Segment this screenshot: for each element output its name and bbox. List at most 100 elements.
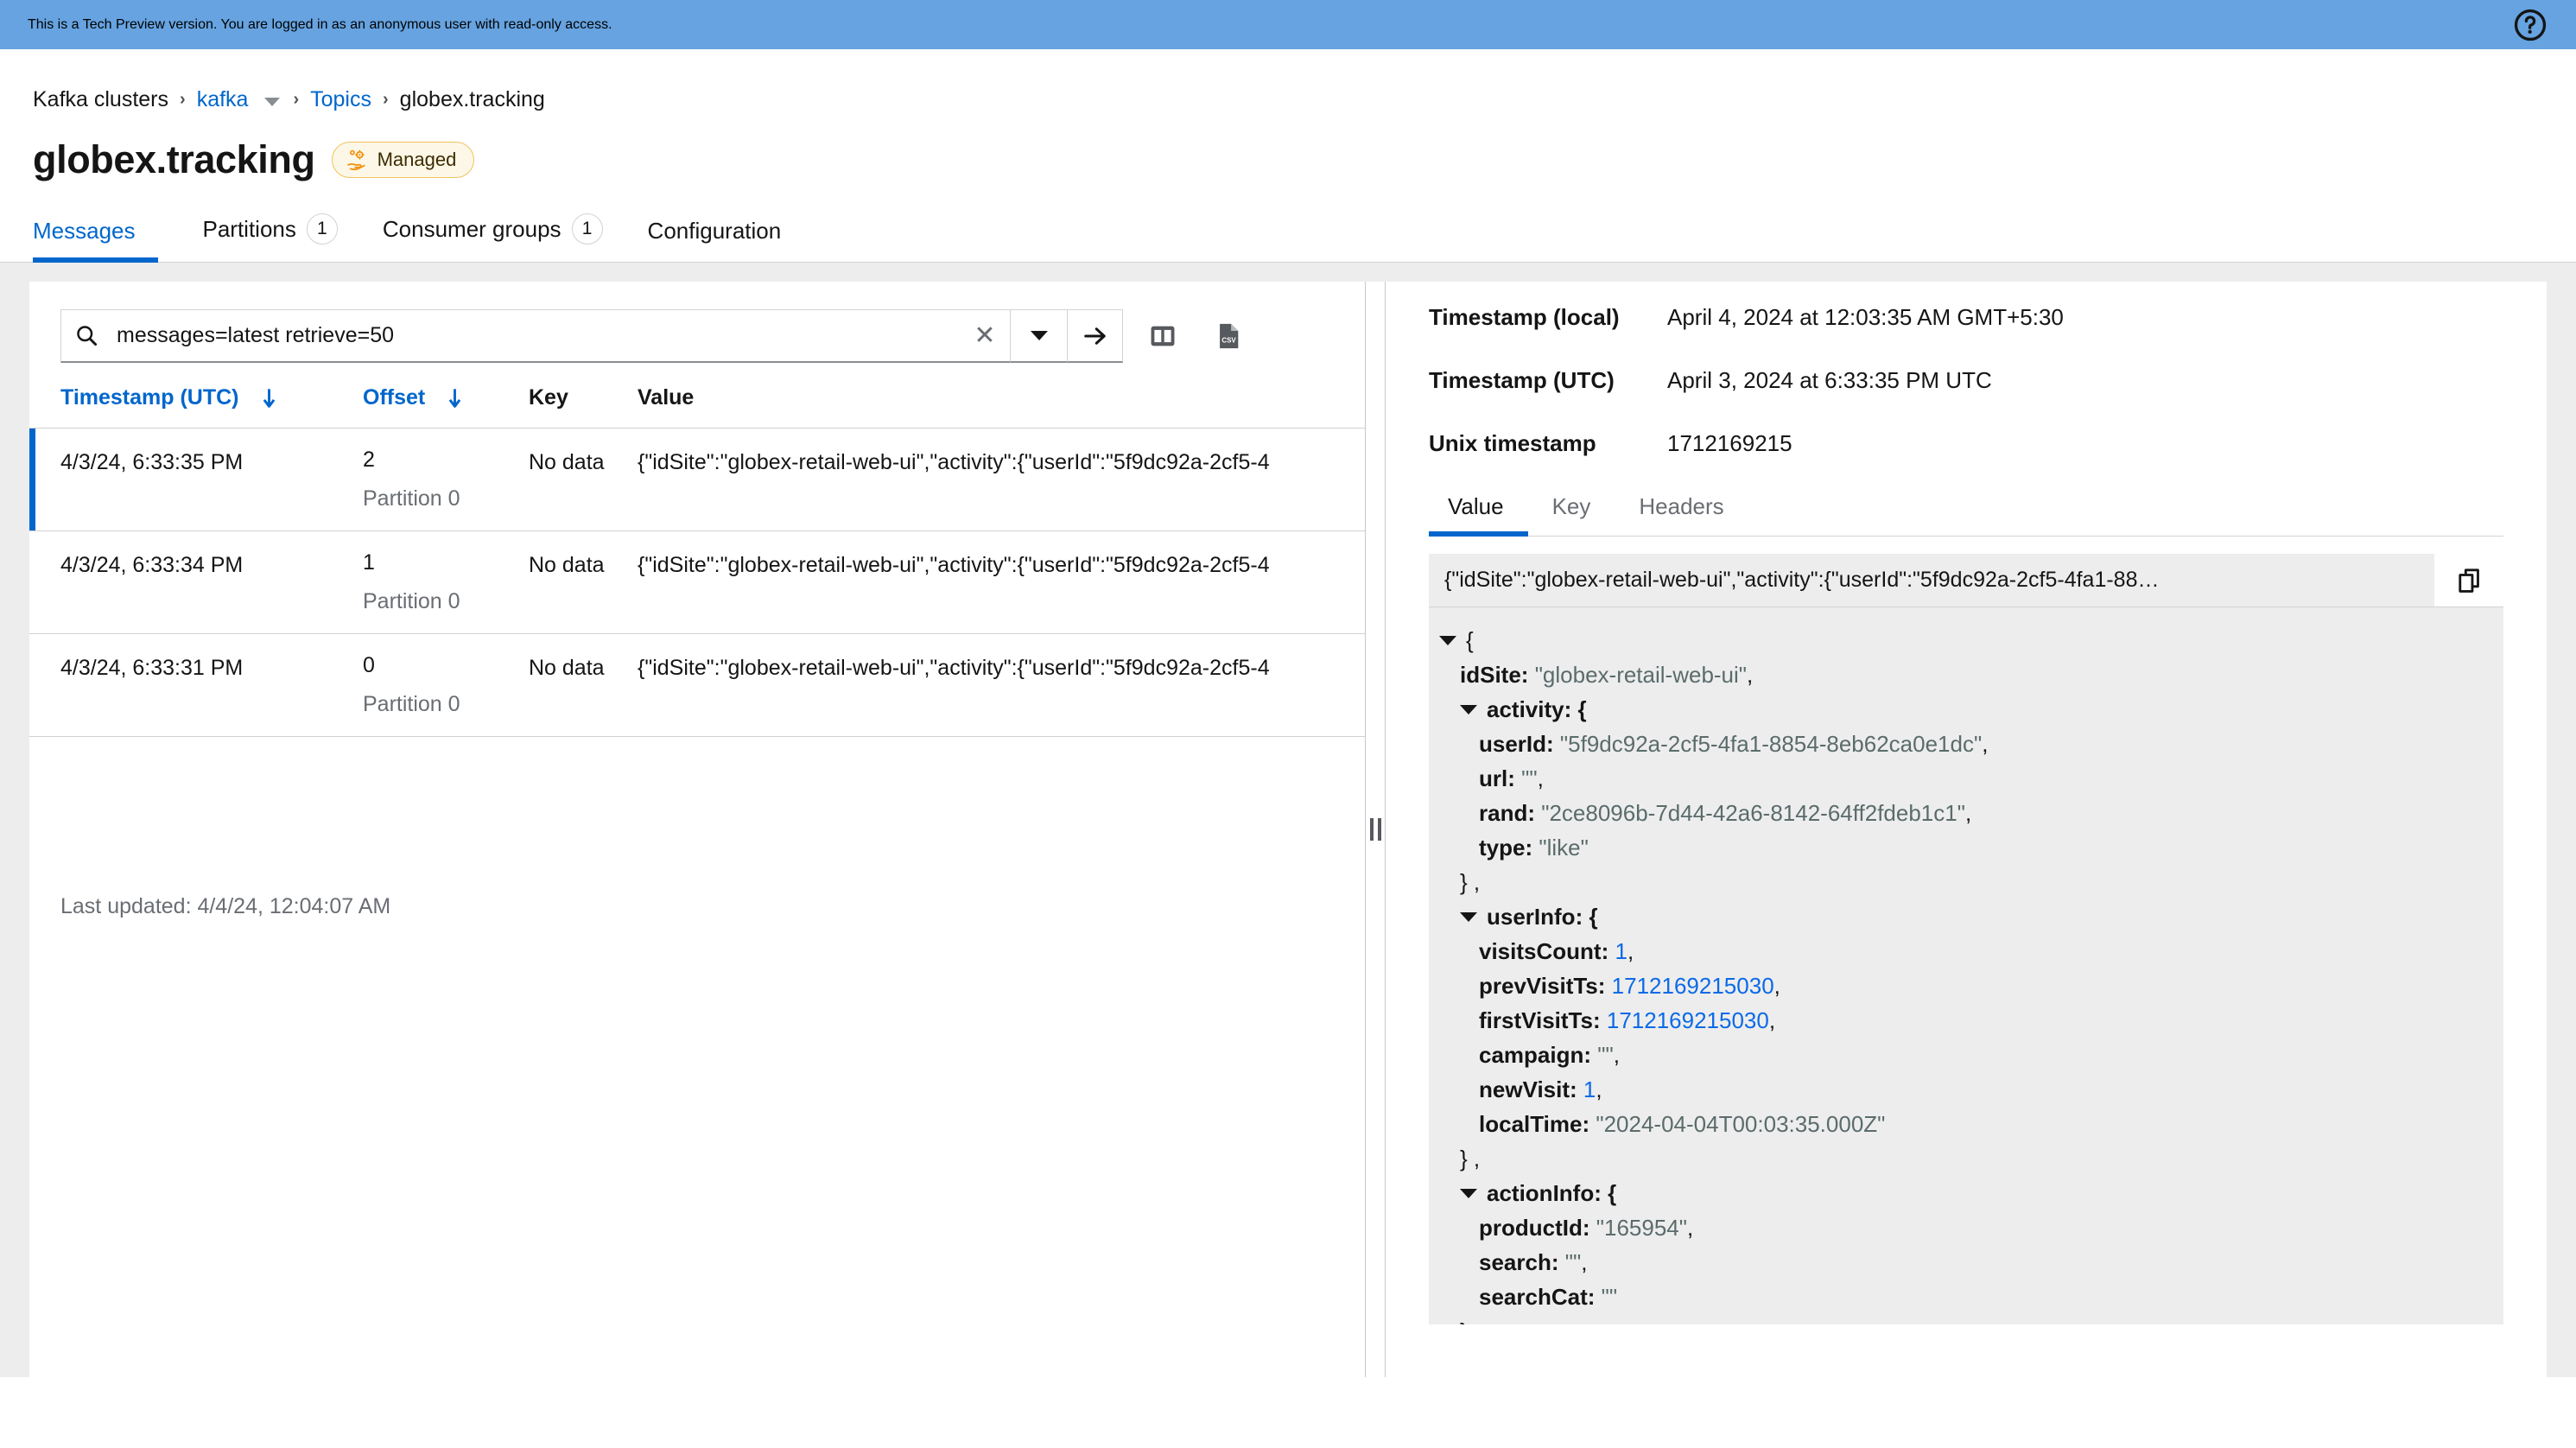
tab-value[interactable]: Value [1429, 493, 1528, 537]
json-comma: , [1982, 731, 1989, 757]
cell-key: No data [529, 656, 605, 680]
tech-preview-banner: This is a Tech Preview version. You are … [0, 0, 2576, 49]
json-key: prevVisitTs: [1479, 973, 1606, 999]
caret-down-icon[interactable] [1460, 1189, 1477, 1198]
json-close-userInfo: } , [1429, 1141, 2503, 1176]
column-header-offset-label: Offset [363, 385, 426, 410]
messages-table-header: Timestamp (UTC) Offset Key Value [29, 385, 1365, 429]
help-circle-icon[interactable] [2514, 9, 2547, 41]
json-close-activity: } , [1429, 865, 2503, 899]
page-title: globex.tracking [33, 137, 315, 181]
tab-configuration[interactable]: Configuration [625, 218, 804, 262]
json-comma: , [1768, 1007, 1776, 1033]
json-value: "2024-04-04T00:03:35.000Z" [1596, 1111, 1886, 1137]
messages-table: Timestamp (UTC) Offset Key Value 4/3/24,… [29, 385, 1365, 737]
breadcrumb-item-kafka[interactable]: kafka [197, 87, 249, 112]
chevron-down-icon [1030, 331, 1048, 340]
page-title-row: globex.tracking Managed [0, 112, 2576, 182]
json-line-url: url: "", [1429, 761, 2503, 796]
column-header-value: Value [638, 385, 695, 410]
json-value: "" [1521, 765, 1538, 791]
json-brace: } , [1460, 1146, 1481, 1172]
json-line-searchCat: searchCat: "" [1429, 1280, 2503, 1314]
search-submit-button[interactable] [1068, 309, 1123, 363]
table-row[interactable]: 4/3/24, 6:33:34 PM 1 Partition 0 No data… [29, 531, 1365, 634]
json-line-firstVisitTs: firstVisitTs: 1712169215030, [1429, 1003, 2503, 1038]
export-csv-button[interactable]: CSV [1202, 309, 1254, 363]
column-header-offset[interactable]: Offset [363, 385, 529, 410]
json-key: productId: [1479, 1215, 1590, 1241]
json-comma: , [1964, 800, 1972, 826]
cell-timestamp: 4/3/24, 6:33:31 PM [60, 656, 244, 680]
json-line-userId: userId: "5f9dc92a-2cf5-4fa1-8854-8eb62ca… [1429, 727, 2503, 761]
messages-list-pane: ✕ C [29, 282, 1365, 1377]
breadcrumb-item-kafka-clusters[interactable]: Kafka clusters [33, 87, 168, 112]
svg-text:CSV: CSV [1221, 337, 1236, 345]
json-value: 1712169215030 [1606, 1007, 1769, 1033]
meta-row-timestamp-local: Timestamp (local) April 4, 2024 at 12:03… [1429, 304, 2547, 331]
json-key: search: [1479, 1249, 1559, 1275]
json-line-idSite: idSite: "globex-retail-web-ui", [1429, 657, 2503, 692]
json-key: rand: [1479, 800, 1535, 826]
json-key: newVisit: [1479, 1076, 1577, 1102]
cell-value: {"idSite":"globex-retail-web-ui","activi… [638, 656, 1270, 680]
search-options-dropdown[interactable] [1011, 309, 1068, 363]
status-badge-label: Managed [377, 149, 457, 170]
status-badge: Managed [331, 142, 475, 178]
json-comma: , [1747, 662, 1754, 688]
json-line-type: type: "like" [1429, 830, 2503, 865]
meta-label: Timestamp (local) [1429, 304, 1620, 330]
json-key: activity: { [1487, 696, 1587, 722]
json-line-visitsCount: visitsCount: 1, [1429, 934, 2503, 969]
json-line-rand: rand: "2ce8096b-7d44-42a6-8142-64ff2fdeb… [1429, 796, 2503, 830]
tab-partitions[interactable]: Partitions 1 [181, 213, 360, 262]
caret-down-icon[interactable] [1439, 636, 1456, 645]
json-line-productId: productId: "165954", [1429, 1210, 2503, 1245]
json-line-campaign: campaign: "", [1429, 1038, 2503, 1072]
json-value: "5f9dc92a-2cf5-4fa1-8854-8eb62ca0e1dc" [1559, 731, 1983, 757]
json-value: "2ce8096b-7d44-42a6-8142-64ff2fdeb1c1" [1541, 800, 1965, 826]
json-line-activity: activity: { [1429, 692, 2503, 727]
caret-down-icon[interactable] [1460, 912, 1477, 922]
cell-key: No data [529, 450, 605, 474]
tab-headers[interactable]: Headers [1615, 493, 1748, 536]
json-line-newVisit: newVisit: 1, [1429, 1072, 2503, 1107]
tab-messages[interactable]: Messages [33, 218, 158, 263]
sort-descending-icon [263, 388, 275, 408]
tab-consumer-groups[interactable]: Consumer groups 1 [360, 213, 625, 262]
json-key: userId: [1479, 731, 1554, 757]
last-updated-text: Last updated: 4/4/24, 12:04:07 AM [60, 894, 391, 918]
meta-label: Timestamp (UTC) [1429, 367, 1615, 393]
cell-offset: 0 Partition 0 [363, 653, 529, 717]
chevron-down-icon[interactable] [264, 97, 281, 106]
copy-value-button[interactable] [2434, 554, 2503, 607]
json-brace: { [1466, 627, 1474, 653]
tab-consumer-groups-count: 1 [571, 213, 603, 245]
json-key: userInfo: { [1487, 904, 1598, 930]
caret-down-icon[interactable] [1460, 705, 1477, 714]
json-root-open: { [1429, 623, 2503, 657]
column-header-timestamp[interactable]: Timestamp (UTC) [60, 385, 363, 410]
table-row[interactable]: 4/3/24, 6:33:35 PM 2 Partition 0 No data… [29, 429, 1365, 531]
column-layout-button[interactable] [1137, 309, 1189, 363]
json-key: firstVisitTs: [1479, 1007, 1601, 1033]
tab-key[interactable]: Key [1528, 493, 1615, 536]
table-row[interactable]: 4/3/24, 6:33:31 PM 0 Partition 0 No data… [29, 634, 1365, 737]
meta-row-unix-timestamp: Unix timestamp 1712169215 [1429, 430, 2547, 457]
value-copy-bar: {"idSite":"globex-retail-web-ui","activi… [1429, 554, 2503, 607]
breadcrumb: Kafka clusters › kafka › Topics › globex… [0, 49, 2576, 112]
search-input[interactable] [111, 310, 960, 361]
cell-offset-value: 0 [363, 653, 375, 677]
breadcrumb-item-topics[interactable]: Topics [310, 87, 371, 112]
breadcrumb-item-current-topic: globex.tracking [399, 87, 545, 111]
close-x-icon[interactable]: ✕ [960, 310, 1010, 361]
json-tree-viewer: { idSite: "globex-retail-web-ui", activi… [1429, 607, 2503, 1324]
pane-splitter-handle[interactable] [1365, 282, 1386, 1377]
search-icon [61, 310, 111, 361]
meta-row-timestamp-utc: Timestamp (UTC) April 3, 2024 at 6:33:35… [1429, 367, 2547, 394]
managed-gear-hand-icon [346, 149, 369, 171]
cell-offset-value: 2 [363, 448, 375, 472]
json-line-actionInfo: actionInfo: { [1429, 1176, 2503, 1210]
json-value: "globex-retail-web-ui" [1534, 662, 1748, 688]
json-comma: , [1596, 1076, 1602, 1102]
